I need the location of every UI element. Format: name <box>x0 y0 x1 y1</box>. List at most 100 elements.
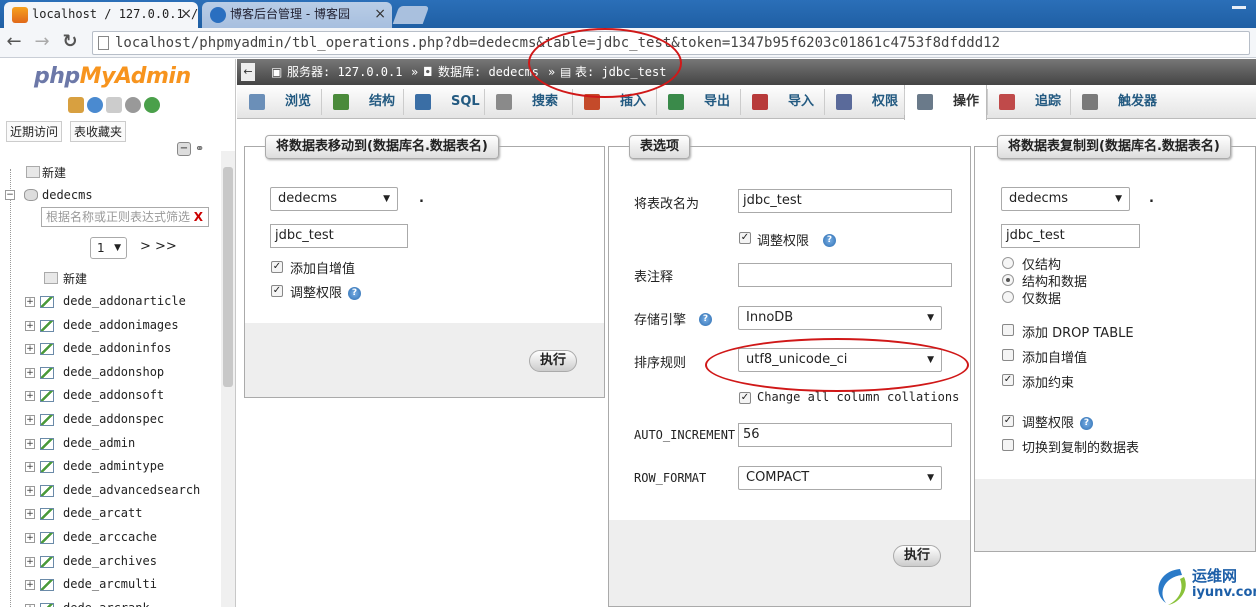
expand-table-icon[interactable]: + <box>25 391 35 402</box>
structure-only-radio[interactable] <box>1002 257 1014 269</box>
tree-new-database[interactable]: 新建 <box>0 163 220 181</box>
collapse-db-icon[interactable]: − <box>5 190 15 200</box>
expand-table-icon[interactable]: + <box>25 367 35 378</box>
tab-structure[interactable]: 结构 <box>321 85 403 119</box>
copy-adjust-privileges-checkbox[interactable]: ✓ <box>1002 415 1014 427</box>
help-icon[interactable]: ? <box>1080 417 1093 430</box>
move-db-select[interactable]: dedecms ▼ <box>270 187 398 211</box>
forward-arrow-icon[interactable]: → <box>30 31 54 55</box>
collapse-sidebar-button[interactable]: ← <box>241 63 255 81</box>
table-icon[interactable] <box>40 437 54 450</box>
sidebar-scroll-thumb[interactable] <box>223 167 233 387</box>
table-row[interactable]: + dede_addonimages <box>0 317 220 335</box>
expand-table-icon[interactable]: + <box>25 509 35 520</box>
back-arrow-icon[interactable]: ← <box>2 31 26 55</box>
table-icon[interactable] <box>40 390 54 403</box>
tab-privileges[interactable]: 权限 <box>824 85 904 119</box>
expand-table-icon[interactable]: + <box>25 462 35 473</box>
expand-table-icon[interactable]: + <box>25 297 35 307</box>
table-row[interactable]: + dede_admintype <box>0 458 220 476</box>
expand-table-icon[interactable]: + <box>25 320 35 331</box>
help-icon[interactable]: ? <box>823 234 836 247</box>
options-go-button[interactable]: 执行 <box>893 545 942 567</box>
data-only-radio[interactable] <box>1002 291 1014 303</box>
expand-table-icon[interactable]: + <box>25 533 35 543</box>
table-row[interactable]: + dede_archives <box>0 553 220 571</box>
move-go-button[interactable]: 执行 <box>529 350 578 372</box>
tab-import[interactable]: 导入 <box>740 85 824 119</box>
rename-input[interactable]: jdbc_test <box>738 189 952 213</box>
tab-wrench[interactable]: 操作 <box>904 85 987 120</box>
link-icon[interactable]: ⚭ <box>195 142 204 155</box>
tab-browse[interactable]: 浏览 <box>237 85 321 119</box>
table-icon[interactable] <box>40 296 54 308</box>
tree-new-table[interactable]: 新建 <box>0 269 220 287</box>
expand-table-icon[interactable]: + <box>25 485 35 496</box>
gear-icon[interactable] <box>125 97 141 113</box>
table-row[interactable]: + dede_arccache <box>0 529 220 547</box>
copy-db-select[interactable]: dedecms ▼ <box>1001 187 1130 211</box>
move-adjust-privileges-checkbox[interactable]: ✓ <box>271 285 283 297</box>
table-row[interactable]: + dede_addonshop <box>0 364 220 382</box>
breadcrumb-server[interactable]: 服务器: 127.0.0.1 <box>287 59 402 85</box>
table-icon[interactable] <box>40 579 54 592</box>
table-icon[interactable] <box>40 484 54 497</box>
table-row[interactable]: + dede_addonarticle <box>0 293 220 311</box>
docs-icon[interactable] <box>106 97 122 113</box>
structure-and-data-radio[interactable] <box>1002 274 1014 286</box>
home-icon[interactable] <box>68 97 84 113</box>
move-table-name-input[interactable]: jdbc_test <box>270 224 408 248</box>
page-nav[interactable]: > >> <box>140 239 177 254</box>
table-row[interactable]: +dede_arcrank <box>0 600 220 607</box>
rename-adjust-privileges-checkbox[interactable]: ✓ <box>739 232 751 244</box>
close-tab-icon[interactable]: × <box>180 2 192 26</box>
tab-triggers[interactable]: 触发器 <box>1070 85 1170 119</box>
table-icon[interactable] <box>40 532 54 544</box>
expand-table-icon[interactable]: + <box>25 556 35 567</box>
recent-tab[interactable]: 近期访问 <box>6 121 63 142</box>
table-row[interactable]: + dede_admin <box>0 435 220 453</box>
minimize-window-icon[interactable] <box>1232 6 1246 9</box>
comment-input[interactable] <box>738 263 952 287</box>
table-row[interactable]: + dede_addoninfos <box>0 340 220 358</box>
tab-eye[interactable]: 追踪 <box>987 85 1070 119</box>
table-icon[interactable] <box>40 508 54 521</box>
tab-sql[interactable]: SQL <box>403 85 484 119</box>
copy-auto-increment-checkbox[interactable] <box>1002 349 1014 361</box>
table-filter-input[interactable]: 根据名称或正则表达式筛选 X <box>41 207 209 227</box>
help-icon[interactable]: ? <box>699 313 712 326</box>
table-row[interactable]: + dede_advancedsearch <box>0 482 220 500</box>
close-tab-icon[interactable]: × <box>374 2 386 26</box>
help-icon[interactable]: ? <box>348 287 361 300</box>
browser-tab-cnblogs[interactable]: 博客后台管理 - 博客园 × <box>202 2 392 28</box>
auto-increment-input[interactable]: 56 <box>738 423 952 447</box>
switch-to-copy-checkbox[interactable] <box>1002 439 1014 451</box>
tab-export[interactable]: 导出 <box>656 85 740 119</box>
table-icon[interactable] <box>40 319 54 332</box>
add-drop-table-checkbox[interactable] <box>1002 324 1014 336</box>
table-icon[interactable] <box>40 602 54 607</box>
clear-filter-icon[interactable]: X <box>194 208 203 226</box>
table-icon[interactable] <box>40 555 54 568</box>
tree-db-dedecms[interactable]: − dedecms <box>0 187 220 205</box>
table-row[interactable]: + dede_arcmulti <box>0 576 220 594</box>
change-all-collations-checkbox[interactable]: ✓ <box>739 392 751 404</box>
move-auto-increment-checkbox[interactable]: ✓ <box>271 261 283 273</box>
phpmyadmin-logo[interactable]: phpMyAdmin <box>34 64 191 89</box>
new-tab-button[interactable] <box>392 6 430 24</box>
row-format-select[interactable]: COMPACT ▼ <box>738 466 942 490</box>
collapse-all-button[interactable]: − <box>177 142 191 156</box>
table-icon[interactable] <box>40 343 54 356</box>
table-row[interactable]: + dede_arcatt <box>0 505 220 523</box>
expand-table-icon[interactable]: + <box>25 344 35 355</box>
table-icon[interactable] <box>40 366 54 379</box>
copy-table-name-input[interactable]: jdbc_test <box>1001 224 1140 248</box>
help-icon[interactable] <box>87 97 103 113</box>
favorites-tab[interactable]: 表收藏夹 <box>70 121 127 142</box>
reload-icon[interactable]: ↻ <box>58 31 82 55</box>
table-row[interactable]: + dede_addonsoft <box>0 387 220 405</box>
table-row[interactable]: + dede_addonspec <box>0 411 220 429</box>
add-constraints-checkbox[interactable]: ✓ <box>1002 374 1014 386</box>
table-icon[interactable] <box>40 414 54 426</box>
page-select[interactable]: 1 ▼ <box>90 237 127 259</box>
